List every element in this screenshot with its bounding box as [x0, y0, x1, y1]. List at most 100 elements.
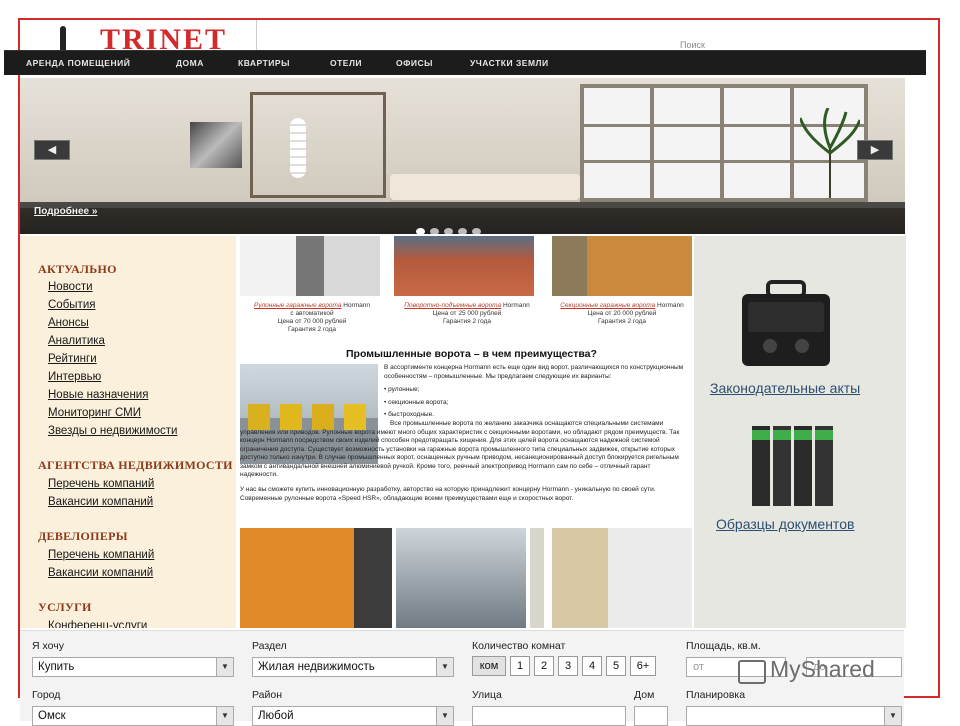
product-link[interactable]: Рулонные гаражные ворота: [254, 302, 341, 309]
banner-dot-3[interactable]: [444, 228, 453, 234]
header-divider: [256, 20, 257, 50]
photo-warehouse-door: [552, 528, 692, 628]
plan-label: Планировка: [686, 689, 746, 701]
header-search-hint[interactable]: Поиск: [680, 40, 705, 50]
product-photo-section-doors[interactable]: [552, 236, 692, 296]
rooms-option-any[interactable]: ком: [472, 656, 506, 676]
rooms-option-6plus[interactable]: 6+: [630, 656, 656, 676]
banner-vase: [290, 118, 306, 178]
product-link[interactable]: Поворотно-подъемные ворота: [404, 302, 501, 309]
rooms-option-3[interactable]: 3: [558, 656, 578, 676]
banner-artwork: [190, 122, 242, 168]
rooms-option-1[interactable]: 1: [510, 656, 530, 676]
chevron-down-icon: ▼: [216, 658, 233, 676]
street-label: Улица: [472, 689, 502, 701]
binders-icon: [752, 426, 833, 506]
sidebar-link-events[interactable]: События: [48, 299, 95, 311]
banner-dot-2[interactable]: [430, 228, 439, 234]
sidebar-link-news[interactable]: Новости: [48, 281, 93, 293]
district-label: Район: [252, 689, 282, 701]
sidebar-link-conference[interactable]: Конференц-услуги: [48, 620, 147, 628]
sidebar-section-title: АГЕНТСТВА НЕДВИЖИМОСТИ: [38, 458, 233, 472]
banner-prev-button[interactable]: ◀: [34, 140, 70, 160]
chevron-down-icon: ▼: [884, 707, 901, 725]
photo-gap: [530, 528, 544, 628]
main-nav: АРЕНДА ПОМЕЩЕНИЙ ДОМА КВАРТИРЫ ОТЕЛИ ОФИ…: [4, 50, 926, 75]
product-link[interactable]: Секционные гаражные ворота: [560, 302, 655, 309]
banner-pagination: [416, 222, 486, 234]
article-intro: В ассортименте концерна Hormann есть еще…: [384, 364, 684, 380]
sidebar-link-analytics[interactable]: Аналитика: [48, 335, 105, 347]
nav-item-land[interactable]: УЧАСТКИ ЗЕМЛИ: [470, 58, 549, 68]
product-photo-swing-doors[interactable]: [394, 236, 534, 296]
bullet-item: • быстроходные.: [384, 411, 434, 418]
sidebar-link-ratings[interactable]: Рейтинги: [48, 353, 97, 365]
photo-parking: [396, 528, 526, 628]
sidebar-link-agency-companies[interactable]: Перечень компаний: [48, 478, 154, 490]
nav-item-offices[interactable]: ОФИСЫ: [396, 58, 433, 68]
banner-sofa: [390, 174, 580, 200]
nav-item-apartments[interactable]: КВАРТИРЫ: [238, 58, 290, 68]
sidebar-section-title: УСЛУГИ: [38, 600, 92, 614]
rooms-option-5[interactable]: 5: [606, 656, 626, 676]
plan-select[interactable]: ▼: [686, 706, 902, 726]
sidebar: АКТУАЛЬНО Новости События Анонсы Аналити…: [20, 236, 236, 628]
banner-dot-1[interactable]: [416, 228, 425, 234]
hero-banner: ◀ ▶ Подробнее »: [20, 78, 905, 234]
chevron-down-icon: ▼: [436, 707, 453, 725]
house-input[interactable]: [634, 706, 668, 726]
bullet-item: • секционные ворота;: [384, 398, 449, 406]
sidebar-section-title: АКТУАЛЬНО: [38, 262, 117, 276]
article-title: Промышленные ворота – в чем преимущества…: [346, 348, 597, 360]
sidebar-link-interviews[interactable]: Интервью: [48, 371, 101, 383]
product-caption: Поворотно-подъемные ворота Hormann Цена …: [404, 302, 530, 325]
bullet-item: • рулонные;: [384, 386, 420, 393]
banner-dot-5[interactable]: [472, 228, 481, 234]
product-caption: Рулонные гаражные ворота Hormann с автом…: [254, 302, 370, 333]
nav-item-houses[interactable]: ДОМА: [176, 58, 204, 68]
banner-dot-4[interactable]: [458, 228, 467, 234]
section-label: Раздел: [252, 640, 287, 652]
area-label: Площадь, кв.м.: [686, 640, 761, 652]
nav-item-rent[interactable]: АРЕНДА ПОМЕЩЕНИЙ: [26, 58, 130, 68]
banner-plant: [800, 108, 860, 198]
banner-shelf: [250, 92, 386, 198]
nav-item-hotels[interactable]: ОТЕЛИ: [330, 58, 362, 68]
link-legislation[interactable]: Законодательные акты: [710, 380, 860, 396]
section-select[interactable]: Жилая недвижимость ▼: [252, 657, 454, 677]
sidebar-link-announcements[interactable]: Анонсы: [48, 317, 89, 329]
sidebar-link-appointments[interactable]: Новые назначения: [48, 389, 148, 401]
chevron-down-icon: ▼: [436, 658, 453, 676]
sidebar-section-title: ДЕВЕЛОПЕРЫ: [38, 529, 128, 543]
want-select[interactable]: Купить ▼: [32, 657, 234, 677]
watermark: MyShared: [770, 656, 875, 682]
logo-figure-icon: [60, 26, 66, 52]
rooms-option-2[interactable]: 2: [534, 656, 554, 676]
article-bullets: • рулонные; • секционные ворота; • быстр…: [384, 386, 684, 420]
rooms-label: Количество комнат: [472, 640, 566, 652]
city-select[interactable]: Омск ▼: [32, 706, 234, 726]
link-document-samples[interactable]: Образцы документов: [716, 516, 854, 532]
article-paragraph: У нас вы сможете купить инновационную ра…: [240, 486, 656, 502]
sidebar-link-agency-vacancies[interactable]: Вакансии компаний: [48, 496, 153, 508]
sidebar-link-developer-vacancies[interactable]: Вакансии компаний: [48, 567, 153, 579]
rooms-option-4[interactable]: 4: [582, 656, 602, 676]
product-photo-roll-doors[interactable]: [240, 236, 380, 296]
briefcase-icon: [742, 280, 830, 366]
chevron-down-icon: ▼: [216, 707, 233, 725]
right-column: Законодательные акты Образцы документов: [694, 236, 906, 628]
photo-orange-doors: [240, 528, 392, 628]
main-content: Рулонные гаражные ворота Hormann с автом…: [236, 236, 694, 628]
article-paragraph: Все промышленные ворота по желанию заказ…: [240, 420, 680, 478]
district-select[interactable]: Любой ▼: [252, 706, 454, 726]
sidebar-link-media-monitoring[interactable]: Мониторинг СМИ: [48, 407, 141, 419]
want-label: Я хочу: [32, 640, 64, 652]
city-label: Город: [32, 689, 61, 701]
site-logo[interactable]: TRINET: [100, 28, 227, 50]
house-label: Дом: [634, 689, 655, 701]
banner-more-link[interactable]: Подробнее »: [34, 206, 97, 217]
sidebar-link-developer-companies[interactable]: Перечень компаний: [48, 549, 154, 561]
sidebar-link-celebrities[interactable]: Звезды о недвижимости: [48, 425, 177, 437]
street-input[interactable]: [472, 706, 626, 726]
banner-next-button[interactable]: ▶: [857, 140, 893, 160]
